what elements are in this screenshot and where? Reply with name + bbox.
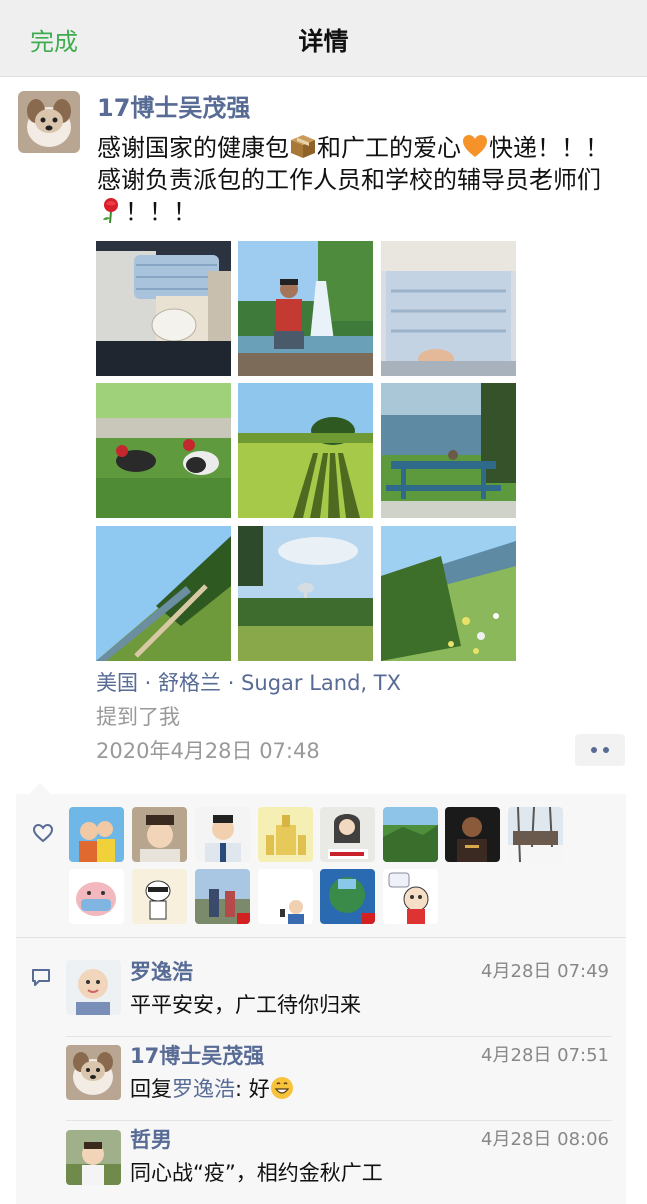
grinning-emoji: [270, 1076, 294, 1100]
post-text-part1: 感谢国家的健康包: [97, 134, 289, 162]
dot-icon: [591, 747, 597, 753]
comment-bubble-icon: [30, 966, 52, 988]
like-avatar[interactable]: [383, 807, 438, 862]
post-text-part4: ！！！: [125, 198, 197, 226]
orange-heart-emoji: [461, 132, 489, 160]
like-avatar[interactable]: [258, 807, 313, 862]
photo-grid: [96, 241, 516, 661]
photo-park-water-tower[interactable]: [238, 526, 373, 661]
commenter-avatar[interactable]: [66, 1130, 121, 1185]
photo-ducks-on-grass[interactable]: [96, 383, 231, 518]
comment-time: 4月28日 08:06: [481, 1129, 609, 1150]
heart-outline-icon: [32, 822, 54, 844]
page-title: 详情: [298, 27, 349, 56]
rose-emoji: [97, 196, 125, 224]
like-avatar[interactable]: [69, 807, 124, 862]
author-avatar[interactable]: [18, 91, 80, 153]
panel-divider: [16, 937, 626, 938]
like-avatar[interactable]: [195, 869, 250, 924]
comment-time: 4月28日 07:49: [481, 961, 609, 982]
post-text: 感谢国家的健康包 和广工的爱心 快递！！！ 感谢负责派包的工作人员和学校的辅导员老师…: [97, 132, 622, 228]
comment-author[interactable]: 哲男: [130, 1126, 172, 1154]
photo-mask-packages[interactable]: [381, 241, 516, 376]
photo-shadows-on-lawn[interactable]: [238, 383, 373, 518]
like-avatar[interactable]: [383, 869, 438, 924]
author-name[interactable]: 17博士吴茂强: [97, 92, 250, 124]
comment-text: 同心战“疫”，相约金秋广工: [130, 1161, 383, 1185]
photo-masks-and-supplies[interactable]: [96, 241, 231, 376]
dot-icon: [603, 747, 609, 753]
photo-tilted-tree-field[interactable]: [96, 526, 231, 661]
like-avatar[interactable]: [445, 807, 500, 862]
post-timestamp: 2020年4月28日 07:48: [96, 739, 320, 763]
photo-wildflowers-field[interactable]: [381, 526, 516, 661]
comment-divider: [66, 1120, 612, 1121]
comment-divider: [66, 1036, 612, 1037]
comment-author[interactable]: 罗逸浩: [130, 958, 193, 986]
location-link[interactable]: 美国 · 舒格兰 · Sugar Land, TX: [96, 668, 401, 698]
commenter-avatar[interactable]: [66, 1045, 121, 1100]
comment-text: 平平安安，广工待你归来: [130, 993, 361, 1017]
like-avatar[interactable]: [508, 807, 563, 862]
comment-time: 4月28日 07:51: [481, 1045, 609, 1066]
commenter-avatar[interactable]: [66, 960, 121, 1015]
photo-lake-picnic-table[interactable]: [381, 383, 516, 518]
reply-prefix: 回复: [130, 1077, 172, 1101]
reply-to-name[interactable]: 罗逸浩: [172, 1077, 235, 1101]
like-avatar[interactable]: [69, 869, 124, 924]
photo-man-at-waterfall[interactable]: [238, 241, 373, 376]
like-avatar[interactable]: [320, 869, 375, 924]
comment-author[interactable]: 17博士吴茂强: [130, 1042, 264, 1070]
more-actions-button[interactable]: [575, 734, 625, 766]
like-avatar[interactable]: [320, 807, 375, 862]
comment-text: 回复罗逸浩: 好: [130, 1074, 294, 1104]
like-avatar[interactable]: [195, 807, 250, 862]
mention-text: 提到了我: [96, 705, 180, 729]
nav-bar: 完成 详情: [0, 0, 647, 77]
package-emoji: [289, 132, 317, 160]
like-avatar[interactable]: [132, 807, 187, 862]
post-text-part2: 和广工的爱心: [317, 134, 461, 162]
like-avatar[interactable]: [258, 869, 313, 924]
reply-text: : 好: [235, 1077, 270, 1101]
like-avatar[interactable]: [132, 869, 187, 924]
